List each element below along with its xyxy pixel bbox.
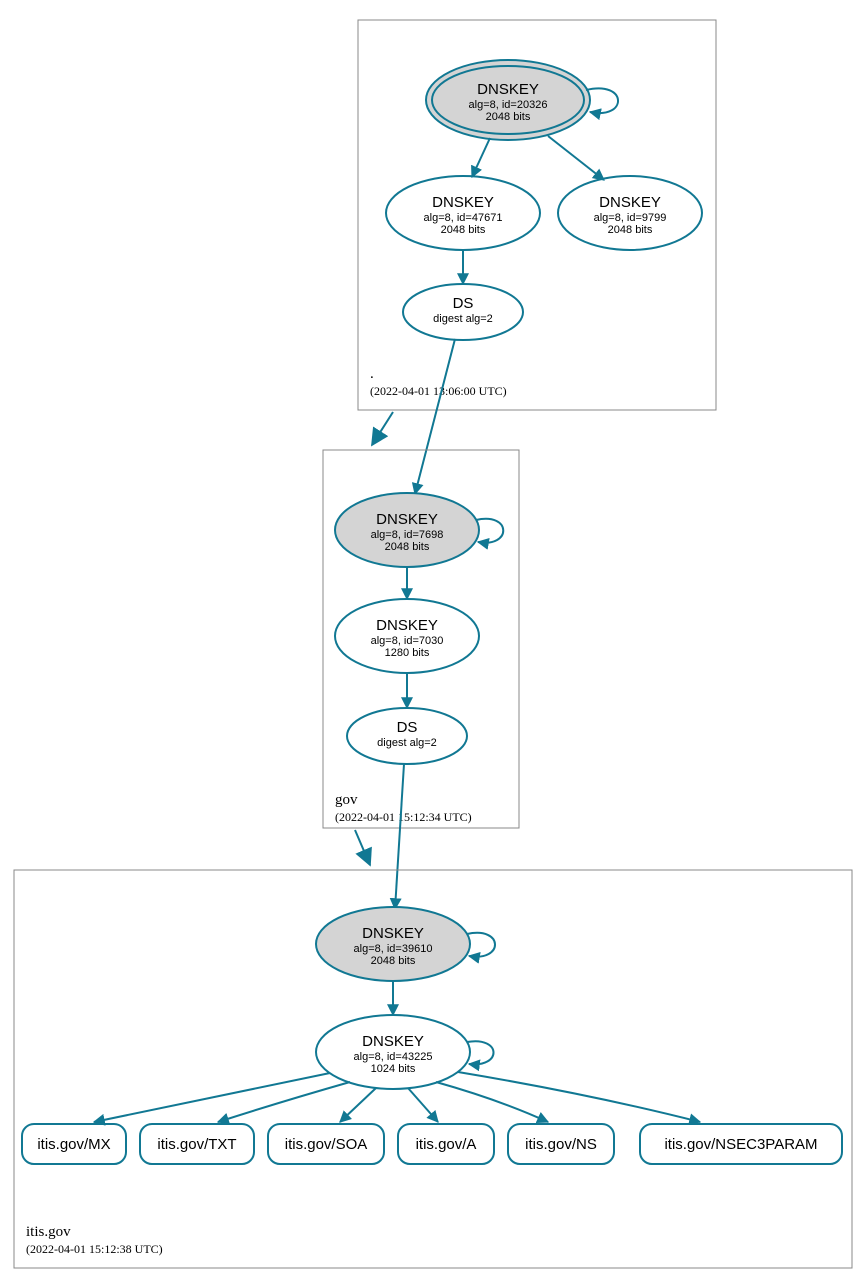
edge-itis-ksk-self [467, 933, 495, 957]
node-gov-zsk: DNSKEY alg=8, id=7030 1280 bits [335, 599, 479, 673]
zone-gov: gov (2022-04-01 15:12:34 UTC) DNSKEY alg… [323, 450, 519, 828]
node-root-zsk-9799: DNSKEY alg=8, id=9799 2048 bits [558, 176, 702, 250]
edge-gov-ksk-self [476, 519, 503, 543]
zone-itis: itis.gov (2022-04-01 15:12:38 UTC) DNSKE… [14, 870, 852, 1268]
svg-text:itis.gov/NS: itis.gov/NS [525, 1136, 597, 1153]
svg-text:DS: DS [397, 719, 418, 736]
zone-root-timestamp: (2022-04-01 13:06:00 UTC) [370, 384, 507, 398]
svg-text:1280 bits: 1280 bits [385, 647, 430, 659]
zone-root: . (2022-04-01 13:06:00 UTC) DNSKEY alg=8… [358, 20, 716, 410]
zone-gov-label: gov [335, 792, 358, 808]
node-itis-ksk: DNSKEY alg=8, id=39610 2048 bits [316, 907, 470, 981]
node-rr-soa: itis.gov/SOA [268, 1124, 384, 1164]
svg-text:2048 bits: 2048 bits [608, 224, 653, 236]
svg-text:itis.gov/TXT: itis.gov/TXT [157, 1136, 236, 1153]
svg-text:DNSKEY: DNSKEY [376, 617, 438, 634]
svg-text:DS: DS [453, 295, 474, 312]
svg-text:alg=8, id=9799: alg=8, id=9799 [594, 212, 667, 224]
edge-root-to-gov-zone [372, 412, 393, 445]
svg-text:2048 bits: 2048 bits [441, 224, 486, 236]
edge-zsk-to-txt [218, 1082, 350, 1122]
svg-text:alg=8, id=7698: alg=8, id=7698 [371, 529, 444, 541]
edge-zsk-to-a [408, 1088, 438, 1122]
edge-root-ksk-to-zsk2 [548, 136, 604, 180]
svg-text:DNSKEY: DNSKEY [362, 925, 424, 942]
dnssec-chain-diagram: . (2022-04-01 13:06:00 UTC) DNSKEY alg=8… [0, 0, 867, 1278]
zone-root-label: . [370, 366, 374, 382]
node-gov-ds: DS digest alg=2 [347, 708, 467, 764]
svg-text:digest alg=2: digest alg=2 [433, 313, 493, 325]
edge-gov-ds-to-itis-ksk [395, 764, 404, 909]
node-rr-a: itis.gov/A [398, 1124, 494, 1164]
edge-zsk-to-nsec3p [458, 1072, 700, 1122]
svg-text:1024 bits: 1024 bits [371, 1063, 416, 1075]
node-rr-ns: itis.gov/NS [508, 1124, 614, 1164]
svg-text:alg=8, id=43225: alg=8, id=43225 [354, 1051, 433, 1063]
node-root-ksk: DNSKEY alg=8, id=20326 2048 bits [426, 60, 590, 140]
svg-text:DNSKEY: DNSKEY [599, 194, 661, 211]
svg-text:alg=8, id=20326: alg=8, id=20326 [469, 99, 548, 111]
svg-text:alg=8, id=47671: alg=8, id=47671 [424, 212, 503, 224]
svg-text:itis.gov/SOA: itis.gov/SOA [285, 1136, 368, 1153]
edge-gov-to-itis-zone [355, 830, 370, 865]
node-root-zsk-47671: DNSKEY alg=8, id=47671 2048 bits [386, 176, 540, 250]
node-rr-mx: itis.gov/MX [22, 1124, 126, 1164]
svg-text:itis.gov/A: itis.gov/A [416, 1136, 477, 1153]
svg-text:alg=8, id=39610: alg=8, id=39610 [354, 943, 433, 955]
edge-zsk-to-soa [340, 1088, 376, 1122]
edge-root-ksk-to-zsk1 [472, 138, 490, 177]
svg-text:2048 bits: 2048 bits [486, 111, 531, 123]
node-rr-txt: itis.gov/TXT [140, 1124, 254, 1164]
svg-text:digest alg=2: digest alg=2 [377, 737, 437, 749]
svg-text:DNSKEY: DNSKEY [432, 194, 494, 211]
svg-text:alg=8, id=7030: alg=8, id=7030 [371, 635, 444, 647]
svg-text:itis.gov/NSEC3PARAM: itis.gov/NSEC3PARAM [664, 1136, 817, 1153]
node-itis-zsk: DNSKEY alg=8, id=43225 1024 bits [316, 1015, 470, 1089]
zone-gov-timestamp: (2022-04-01 15:12:34 UTC) [335, 810, 472, 824]
node-gov-ksk: DNSKEY alg=8, id=7698 2048 bits [335, 493, 479, 567]
svg-text:DNSKEY: DNSKEY [362, 1033, 424, 1050]
zone-itis-timestamp: (2022-04-01 15:12:38 UTC) [26, 1242, 163, 1256]
edge-zsk-to-ns [436, 1082, 548, 1122]
node-rr-nsec3param: itis.gov/NSEC3PARAM [640, 1124, 842, 1164]
svg-text:itis.gov/MX: itis.gov/MX [37, 1136, 110, 1153]
zone-itis-label: itis.gov [26, 1224, 71, 1240]
svg-text:2048 bits: 2048 bits [371, 955, 416, 967]
svg-text:DNSKEY: DNSKEY [376, 511, 438, 528]
edge-root-ds-to-gov-ksk [415, 339, 455, 494]
svg-text:DNSKEY: DNSKEY [477, 81, 539, 98]
node-root-ds: DS digest alg=2 [403, 284, 523, 340]
svg-text:2048 bits: 2048 bits [385, 541, 430, 553]
